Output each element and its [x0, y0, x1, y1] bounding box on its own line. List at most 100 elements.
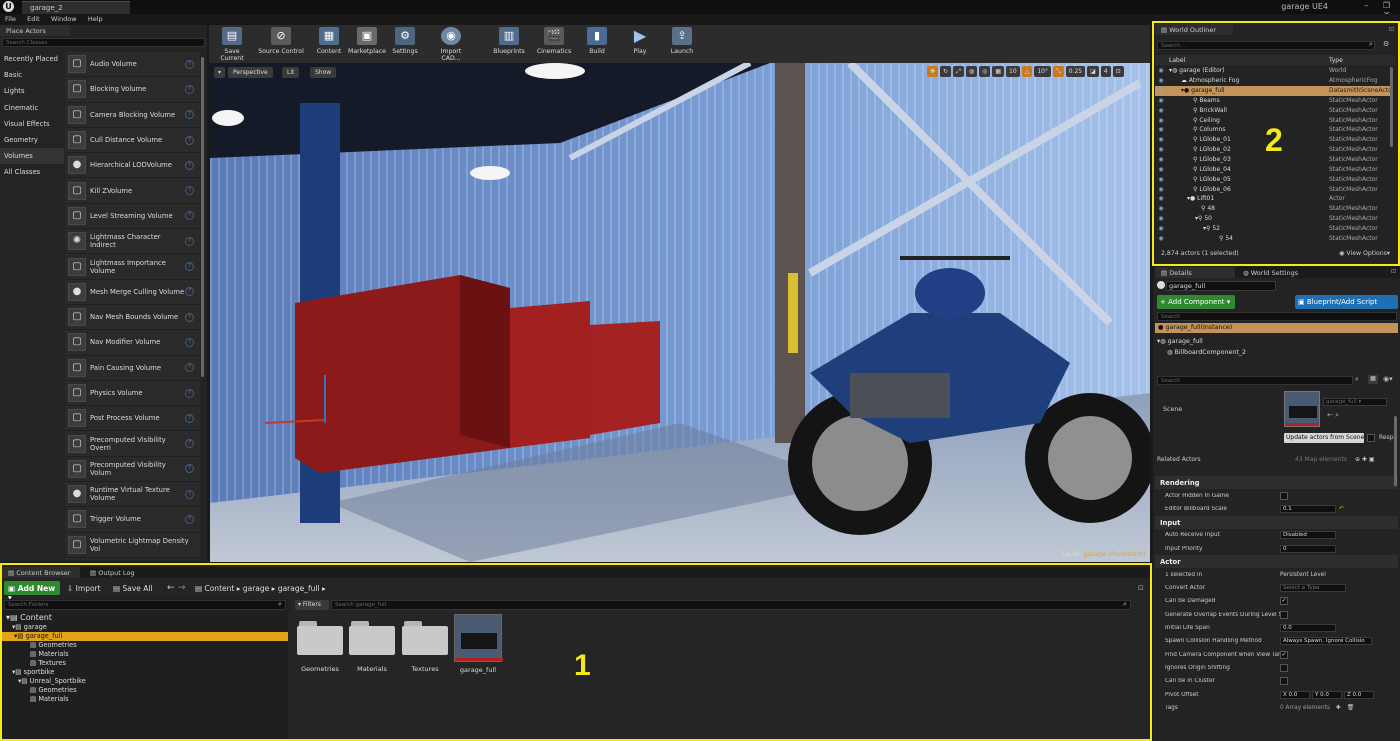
- eye-icon[interactable]: ◉: [1155, 215, 1167, 222]
- eye-icon[interactable]: ◉▾: [1383, 375, 1393, 383]
- grid-snap-icon[interactable]: ▦: [992, 66, 1005, 77]
- tree-item[interactable]: ▾▤ sportbike: [6, 668, 288, 677]
- perspective-button[interactable]: Perspective: [228, 67, 273, 78]
- help-icon[interactable]: ?: [185, 262, 194, 272]
- add-component-button[interactable]: + Add Component ▾: [1157, 295, 1235, 309]
- tree-item[interactable]: ▾▤ garage: [6, 623, 288, 632]
- eye-icon[interactable]: ◉: [1155, 77, 1167, 84]
- tree-item[interactable]: ▤ Materials: [6, 650, 288, 659]
- component-root[interactable]: ▾◍ garage_full: [1157, 338, 1203, 345]
- outliner-row[interactable]: ◉ ⚲ BrickWall StaticMeshActor: [1155, 105, 1391, 115]
- eye-icon[interactable]: ◉: [1155, 225, 1167, 232]
- list-item[interactable]: ▢ Cull Distance Volume?: [65, 128, 200, 154]
- eye-icon[interactable]: ◉: [1155, 186, 1167, 193]
- blueprint-script-button[interactable]: ▣ Blueprint/Add Script: [1295, 295, 1398, 309]
- actor-section[interactable]: Actor: [1155, 555, 1398, 569]
- outliner-row[interactable]: ◉ ☁ Atmospheric Fog AtmosphericFog: [1155, 76, 1391, 86]
- list-item[interactable]: ▢ Volumetric Lightmap Density Vol: [65, 533, 200, 558]
- play-button[interactable]: ▶ Play: [628, 27, 652, 56]
- browse-arrow-icon[interactable]: ← ⌕: [1327, 411, 1339, 420]
- list-item[interactable]: ▢ Trigger Volume?: [65, 507, 200, 533]
- settings-button[interactable]: ⚙ Settings: [391, 27, 419, 55]
- menu-help[interactable]: Help: [88, 14, 103, 25]
- asset-tile[interactable]: Textures: [402, 621, 448, 673]
- property-matrix-icon[interactable]: ▦: [1368, 375, 1378, 384]
- related-actors-row[interactable]: Related Actors 43 Map elements ⊕ ✚ ▣: [1157, 456, 1397, 463]
- add-icon[interactable]: ⊕ ✚ ▣: [1355, 456, 1375, 463]
- view-options-button[interactable]: ◉ View Options▾: [1339, 250, 1390, 257]
- save-all-button[interactable]: ▤ Save All: [113, 584, 153, 593]
- help-icon[interactable]: ?: [185, 337, 194, 347]
- menu-file[interactable]: File: [5, 14, 16, 25]
- back-arrow-icon[interactable]: ←: [167, 583, 175, 593]
- convert-actor-select[interactable]: Select a Type: [1280, 584, 1346, 593]
- help-icon[interactable]: ?: [185, 439, 194, 449]
- help-icon[interactable]: ?: [185, 135, 194, 145]
- list-item[interactable]: ▢ Level Streaming Volume?: [65, 204, 200, 230]
- list-item[interactable]: ▢ Precomputed Visibility Overri?: [65, 431, 200, 457]
- help-icon[interactable]: ?: [185, 363, 194, 373]
- breadcrumb-item[interactable]: garage_full: [278, 584, 320, 593]
- instance-row[interactable]: ● garage_full(Instance): [1155, 323, 1398, 333]
- launch-button[interactable]: ⇪ Launch: [669, 27, 695, 55]
- level-viewport[interactable]: ▾ Perspective Lit Show ✥ ↻ ⤢ ◍ ◎ ▦ 10 △ …: [210, 63, 1150, 562]
- eye-icon[interactable]: ◉: [1155, 107, 1167, 114]
- list-item[interactable]: ● Mesh Merge Culling Volume?: [65, 280, 200, 305]
- output-log-tab[interactable]: ▤ Output Log: [84, 567, 144, 578]
- scene-asset-thumbnail[interactable]: [1284, 391, 1320, 427]
- component-search-input[interactable]: Search: [1157, 312, 1397, 321]
- viewport-options-button[interactable]: ▾: [214, 67, 225, 78]
- spawn-handling-select[interactable]: Always Spawn, Ignore Collisio: [1280, 637, 1372, 646]
- angle-snap-icon[interactable]: △: [1021, 66, 1033, 77]
- input-section[interactable]: Input: [1155, 515, 1398, 529]
- outliner-row[interactable]: ◉ ⚲ LGlobe_06 StaticMeshActor: [1155, 184, 1391, 194]
- content-button[interactable]: ▦ Content: [314, 27, 344, 55]
- eye-icon[interactable]: ◉: [1155, 195, 1167, 202]
- import-button[interactable]: ⇩ Import: [67, 584, 101, 593]
- list-item[interactable]: ● Runtime Virtual Texture Volume?: [65, 482, 200, 508]
- category-item[interactable]: Lights: [0, 83, 64, 99]
- scene-asset-picker[interactable]: garage_full ▾: [1323, 398, 1387, 406]
- asset-tile[interactable]: Geometries: [297, 621, 343, 673]
- actor-hidden-checkbox[interactable]: [1280, 491, 1288, 500]
- outliner-row[interactable]: ◉ ▾● Lift01 Actor: [1155, 194, 1391, 204]
- asset-tile[interactable]: Materials: [349, 621, 395, 673]
- window-controls[interactable]: – ❐ ✕: [1344, 1, 1396, 19]
- list-item[interactable]: ▢ Lightmass Importance Volume?: [65, 254, 200, 280]
- rendering-section[interactable]: Rendering: [1155, 476, 1398, 489]
- list-item[interactable]: ▢ Camera Blocking Volume?: [65, 103, 200, 128]
- grid-snap-value[interactable]: 10: [1006, 66, 1020, 77]
- list-item[interactable]: ▢ Blocking Volume?: [65, 77, 200, 103]
- level-tab[interactable]: garage_2: [22, 1, 130, 14]
- content-browser-tab[interactable]: ▤ Content Browser: [2, 567, 80, 578]
- help-icon[interactable]: ?: [185, 211, 194, 221]
- list-item[interactable]: ● Hierarchical LODVolume?: [65, 153, 200, 179]
- filters-button[interactable]: ▾ Filters: [295, 600, 329, 610]
- help-icon[interactable]: ?: [185, 489, 194, 499]
- eye-icon[interactable]: ◉: [1155, 166, 1167, 173]
- list-item[interactable]: ▢ Nav Mesh Bounds Volume?: [65, 305, 200, 331]
- eye-icon[interactable]: ◉: [1155, 136, 1167, 143]
- eye-icon[interactable]: ◉: [1155, 146, 1167, 153]
- asset-tile[interactable]: garage_full: [454, 614, 503, 674]
- build-button[interactable]: ▮ Build: [586, 27, 608, 55]
- source-control-button[interactable]: ⊘ Source Control: [257, 27, 305, 55]
- pivot-z-field[interactable]: Z 0.0: [1344, 690, 1374, 699]
- column-type[interactable]: Type: [1329, 57, 1343, 64]
- breadcrumb-item[interactable]: garage: [243, 584, 269, 593]
- eye-icon[interactable]: ◉: [1155, 205, 1167, 212]
- add-new-button[interactable]: ▣ Add New ▾: [4, 581, 60, 602]
- list-item[interactable]: ▢ Nav Modifier Volume?: [65, 330, 200, 356]
- help-icon[interactable]: ?: [185, 312, 194, 322]
- auto-receive-select[interactable]: Disabled: [1280, 531, 1336, 540]
- outliner-scrollbar[interactable]: [1390, 67, 1393, 147]
- eye-icon[interactable]: ◉: [1155, 87, 1167, 94]
- details-search-input[interactable]: Search: [1157, 376, 1353, 385]
- ignores-origin-checkbox[interactable]: [1280, 663, 1288, 672]
- help-icon[interactable]: ?: [185, 160, 194, 170]
- scale-icon[interactable]: ⤢: [953, 66, 964, 77]
- can-be-cluster-checkbox[interactable]: [1280, 677, 1288, 686]
- input-priority-field[interactable]: 0: [1280, 544, 1336, 553]
- reset-icon[interactable]: ↶: [1339, 506, 1344, 512]
- help-icon[interactable]: ?: [185, 59, 194, 69]
